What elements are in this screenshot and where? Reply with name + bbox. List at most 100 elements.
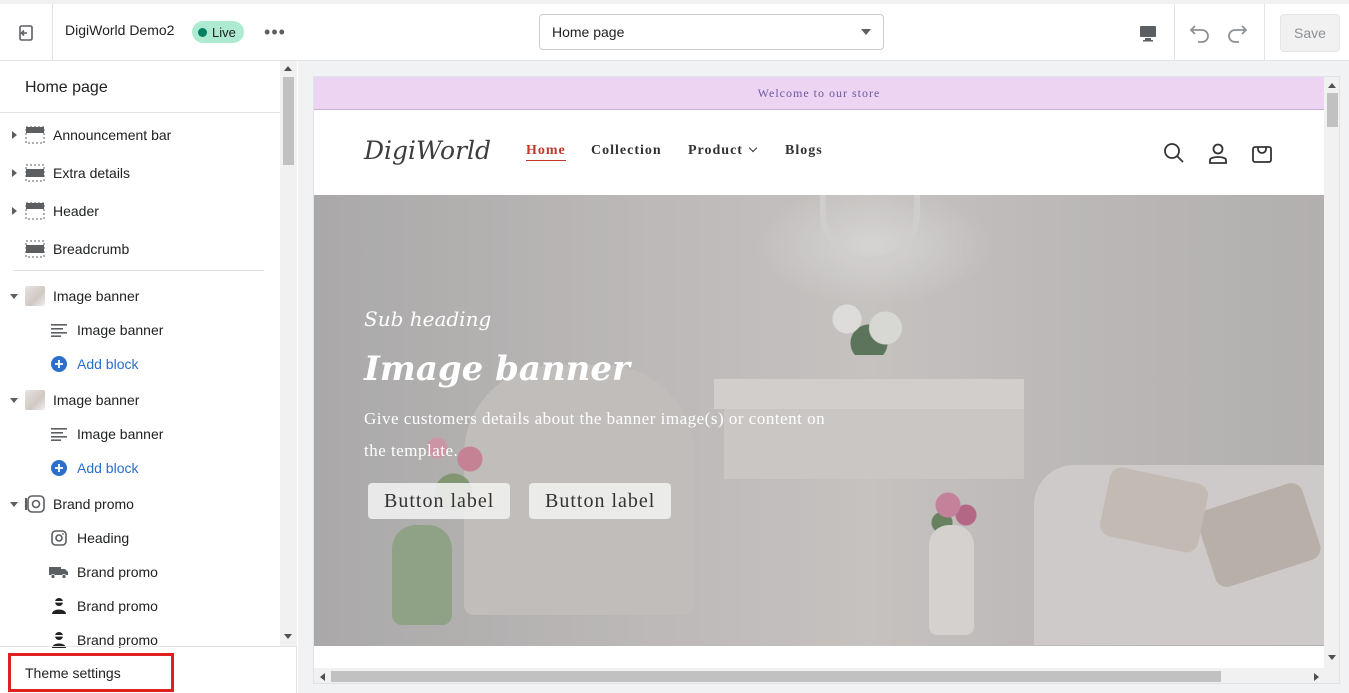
nav-product[interactable]: Product: [688, 143, 758, 159]
person-icon: [49, 630, 69, 650]
instagram-icon: [49, 528, 69, 548]
live-dot-icon: [198, 27, 207, 37]
top-bar: DigiWorld Demo2 Live ••• Home page Save: [0, 0, 1349, 61]
section-label: Extra details: [53, 165, 131, 181]
sidebar-divider: [0, 112, 280, 113]
image-thumbnail: [25, 390, 45, 410]
sidebar-title: Home page: [25, 79, 108, 96]
cart-icon[interactable]: [1250, 141, 1274, 165]
section-label: Brand promo: [53, 496, 134, 512]
instagram-icon: [25, 494, 45, 514]
banner-text: Give customers details about the banner …: [364, 409, 826, 460]
sidebar-scrollbar-thumb[interactable]: [283, 77, 294, 165]
redo-button[interactable]: [1223, 19, 1251, 47]
exit-button[interactable]: [0, 4, 53, 61]
block-brand-promo-2[interactable]: Brand promo: [0, 589, 280, 623]
plus-circle-icon: [49, 458, 69, 478]
block-label: Image banner: [77, 322, 164, 338]
block-label: Heading: [77, 530, 130, 546]
block-label: Brand promo: [77, 598, 158, 614]
preview-vertical-scrollbar-thumb[interactable]: [1327, 93, 1338, 127]
section-header[interactable]: Header: [0, 194, 280, 228]
search-icon[interactable]: [1162, 141, 1186, 165]
sidebar-footer-divider: [0, 646, 297, 647]
save-button[interactable]: Save: [1280, 14, 1340, 52]
more-actions-button[interactable]: •••: [262, 20, 288, 44]
block-image-banner-2[interactable]: Image banner: [0, 417, 280, 451]
scroll-down-arrow-icon[interactable]: [1328, 655, 1336, 660]
caret-down-icon: [861, 29, 871, 35]
section-label: Image banner: [53, 392, 140, 408]
expand-arrow-icon[interactable]: [12, 169, 17, 177]
section-announcement-bar[interactable]: Announcement bar: [0, 118, 280, 152]
add-block-button[interactable]: Add block: [0, 451, 280, 485]
section-image-banner[interactable]: Image banner: [0, 279, 280, 313]
nav-collection[interactable]: Collection: [591, 143, 662, 159]
block-label: Brand promo: [77, 564, 158, 580]
block-heading[interactable]: Heading: [0, 521, 280, 555]
add-block-label: Add block: [77, 356, 139, 372]
preview-horizontal-scrollbar-thumb[interactable]: [331, 671, 1221, 682]
section-label: Breadcrumb: [53, 241, 130, 257]
page-selector[interactable]: Home page: [539, 14, 884, 50]
section-extra-details[interactable]: Extra details: [0, 156, 280, 190]
scroll-right-arrow-icon[interactable]: [1314, 673, 1319, 681]
banner-sub-heading: Sub heading: [364, 307, 492, 331]
undo-button[interactable]: [1186, 19, 1214, 47]
expand-arrow-icon[interactable]: [12, 131, 17, 139]
section-label: Announcement bar: [53, 127, 172, 143]
block-label: Image banner: [77, 426, 164, 442]
live-status-badge: Live: [192, 21, 244, 43]
sidebar-divider: [13, 270, 264, 271]
truck-icon: [49, 562, 69, 582]
page-selector-value: Home page: [552, 24, 625, 40]
store-preview-frame: Welcome to our store DigiWorld Home Coll…: [313, 76, 1340, 684]
block-brand-promo-3[interactable]: Brand promo: [0, 623, 280, 657]
banner-title: Image banner: [364, 349, 630, 389]
collapse-arrow-icon[interactable]: [10, 293, 18, 299]
collapse-arrow-icon[interactable]: [10, 501, 18, 507]
store-name: DigiWorld Demo2: [65, 22, 175, 38]
nav-product-label: Product: [688, 143, 743, 158]
scroll-up-arrow-icon[interactable]: [284, 66, 292, 71]
section-icon: [25, 239, 45, 259]
desktop-icon: [1140, 25, 1156, 41]
section-label: Image banner: [53, 288, 140, 304]
nav-home[interactable]: Home: [526, 143, 566, 161]
store-logo[interactable]: DigiWorld: [364, 136, 491, 165]
image-banner[interactable]: Sub heading Image banner Give customers …: [314, 195, 1324, 646]
chevron-down-icon: [748, 143, 758, 153]
banner-button-2[interactable]: Button label: [529, 483, 672, 519]
live-label: Live: [212, 24, 236, 40]
section-brand-promo[interactable]: Brand promo: [0, 487, 280, 521]
section-label: Header: [53, 203, 99, 219]
person-icon: [49, 596, 69, 616]
scroll-down-arrow-icon[interactable]: [284, 634, 292, 639]
section-icon: [25, 201, 45, 221]
undo-icon: [1189, 25, 1209, 43]
theme-settings-button[interactable]: Theme settings: [8, 653, 174, 692]
redo-icon: [1228, 25, 1248, 43]
section-icon: [25, 125, 45, 145]
nav-blogs[interactable]: Blogs: [785, 143, 823, 159]
toolbar-divider: [1264, 4, 1265, 61]
text-lines-icon: [49, 320, 69, 340]
exit-icon: [19, 24, 33, 41]
collapse-arrow-icon[interactable]: [10, 397, 18, 403]
store-header: DigiWorld Home Collection Product Blogs: [314, 110, 1324, 195]
section-icon: [25, 163, 45, 183]
expand-arrow-icon[interactable]: [12, 207, 17, 215]
section-breadcrumb[interactable]: Breadcrumb: [0, 232, 280, 266]
account-icon[interactable]: [1206, 141, 1230, 165]
section-image-banner-2[interactable]: Image banner: [0, 383, 280, 417]
preview-vertical-scrollbar[interactable]: [1324, 77, 1339, 668]
device-preview-button[interactable]: [1122, 4, 1175, 61]
block-image-banner[interactable]: Image banner: [0, 313, 280, 347]
announcement-bar[interactable]: Welcome to our store: [314, 77, 1324, 110]
add-block-button[interactable]: Add block: [0, 347, 280, 381]
add-block-label: Add block: [77, 460, 139, 476]
scroll-left-arrow-icon[interactable]: [320, 673, 325, 681]
banner-button-1[interactable]: Button label: [368, 483, 511, 519]
scroll-up-arrow-icon[interactable]: [1328, 83, 1336, 88]
block-brand-promo-1[interactable]: Brand promo: [0, 555, 280, 589]
